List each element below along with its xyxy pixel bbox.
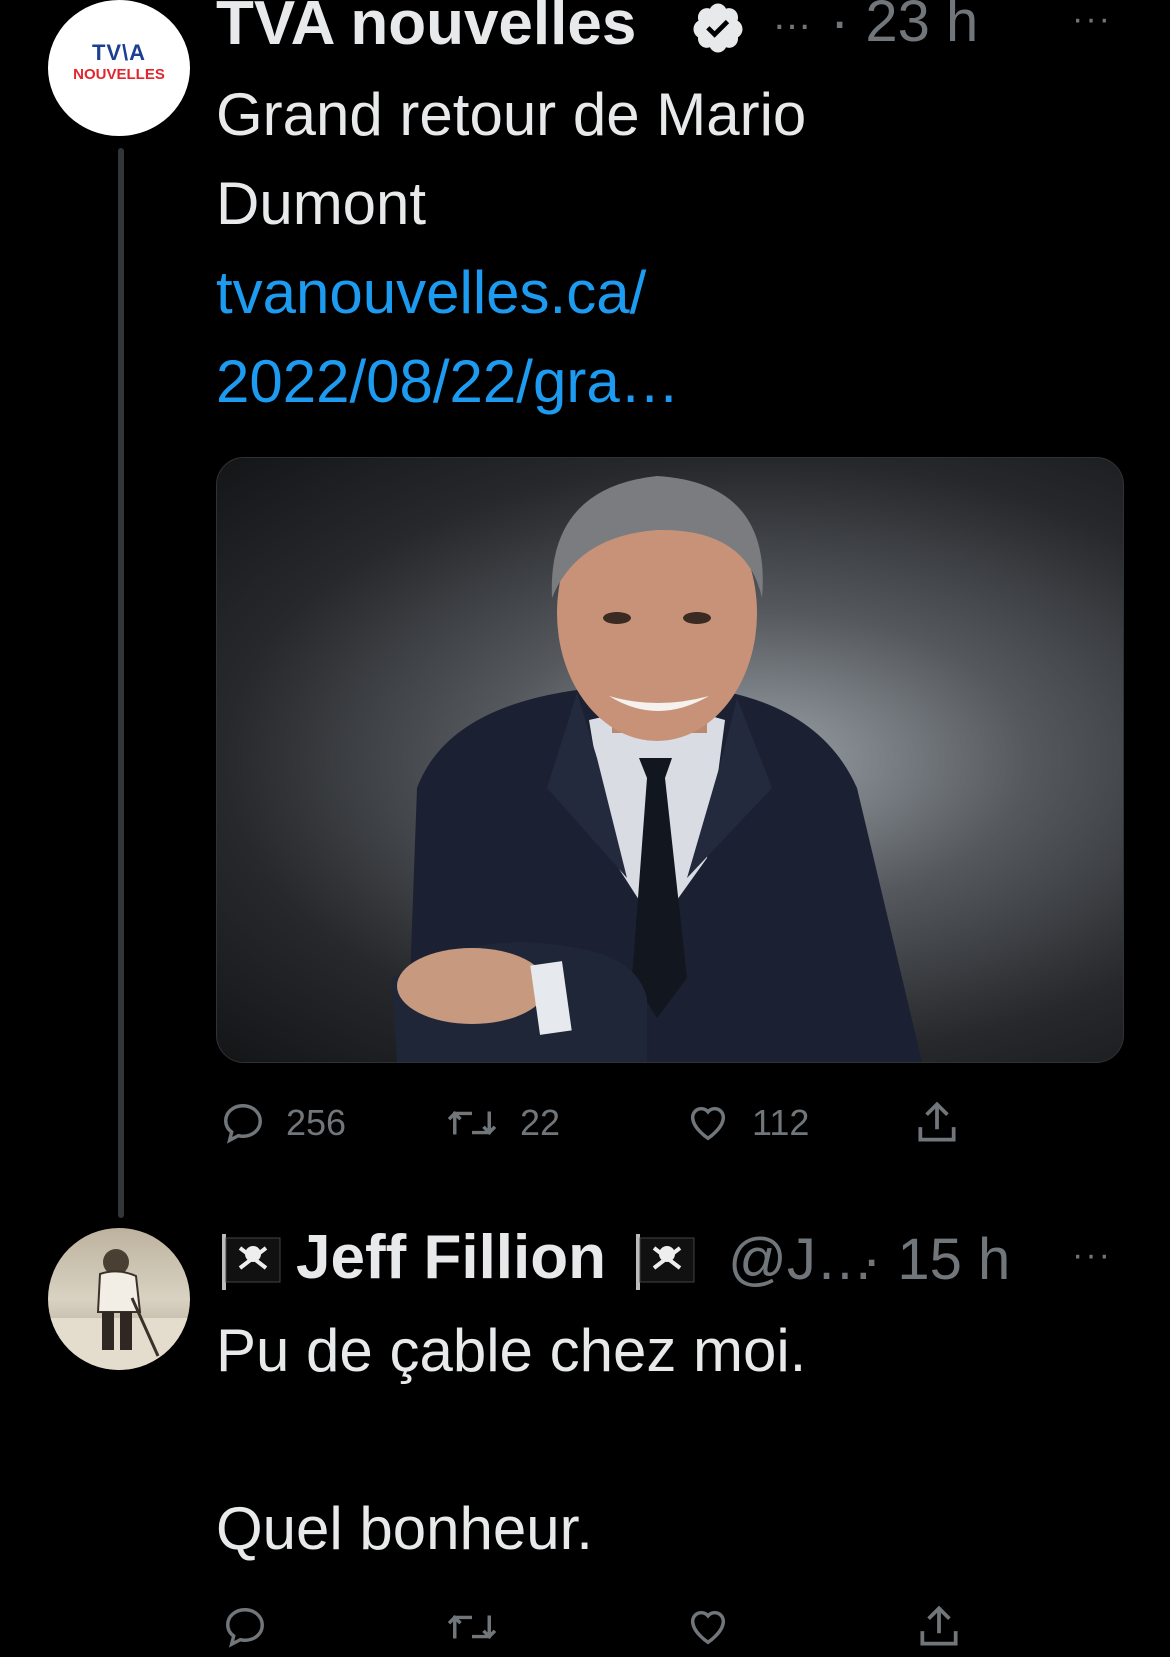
- tva-logo-wordmark: NOUVELLES: [73, 66, 165, 83]
- retweet-count: 22: [520, 1102, 561, 1143]
- article-link-line-2[interactable]: 2022/08/22/gra…: [216, 337, 680, 426]
- author-handle[interactable]: @J…: [728, 1226, 874, 1293]
- heart-icon[interactable]: [684, 1604, 732, 1655]
- reply-icon: [224, 1104, 262, 1144]
- more-options-icon[interactable]: ···: [1072, 0, 1112, 39]
- like-count: 112: [752, 1102, 810, 1143]
- tva-avatar[interactable]: TV\A NOUVELLES: [48, 0, 190, 136]
- heart-icon: [690, 1106, 726, 1141]
- retweet-icon: [447, 1110, 497, 1136]
- portrait-illustration: [392, 476, 922, 1062]
- tweet-text-line-1: Grand retour de Mario: [216, 81, 807, 148]
- share-button[interactable]: [912, 1098, 962, 1148]
- jeff-avatar[interactable]: [48, 1228, 190, 1370]
- tweet-media-image[interactable]: [216, 457, 1124, 1063]
- article-link-line-1[interactable]: tvanouvelles.ca/: [216, 248, 646, 337]
- tweet-text-line-1: Pu de çable chez moi.: [216, 1317, 807, 1384]
- share-icon: [918, 1101, 956, 1142]
- tweet-timestamp[interactable]: · 23 h: [830, 0, 978, 55]
- author-name[interactable]: TVA nouvelles: [216, 0, 636, 59]
- reply-button[interactable]: 256: [220, 1100, 346, 1146]
- tweet-text-line-2: Dumont: [216, 170, 427, 237]
- tva-logo-mark: TV\A: [91, 40, 147, 65]
- reply-icon[interactable]: [222, 1604, 268, 1655]
- pirate-flag-icon: [634, 1234, 696, 1295]
- more-options-icon[interactable]: ···: [1072, 1236, 1112, 1275]
- author-handle[interactable]: …: [772, 0, 812, 39]
- retweet-icon[interactable]: [444, 1604, 500, 1655]
- author-name[interactable]: Jeff Fillion: [296, 1222, 606, 1293]
- like-button[interactable]: 112: [684, 1100, 809, 1146]
- thread-connector-line: [118, 148, 124, 1218]
- reply-count: 256: [286, 1102, 347, 1143]
- verified-badge-icon: [690, 0, 746, 61]
- tweet-text-line-2: Quel bonheur.: [216, 1495, 593, 1562]
- tweet-timestamp[interactable]: · 15 h: [862, 1226, 1010, 1293]
- pirate-flag-icon: [220, 1234, 282, 1295]
- retweet-button[interactable]: 22: [444, 1100, 560, 1146]
- hockey-player-photo: [48, 1249, 190, 1370]
- share-icon[interactable]: [914, 1602, 964, 1657]
